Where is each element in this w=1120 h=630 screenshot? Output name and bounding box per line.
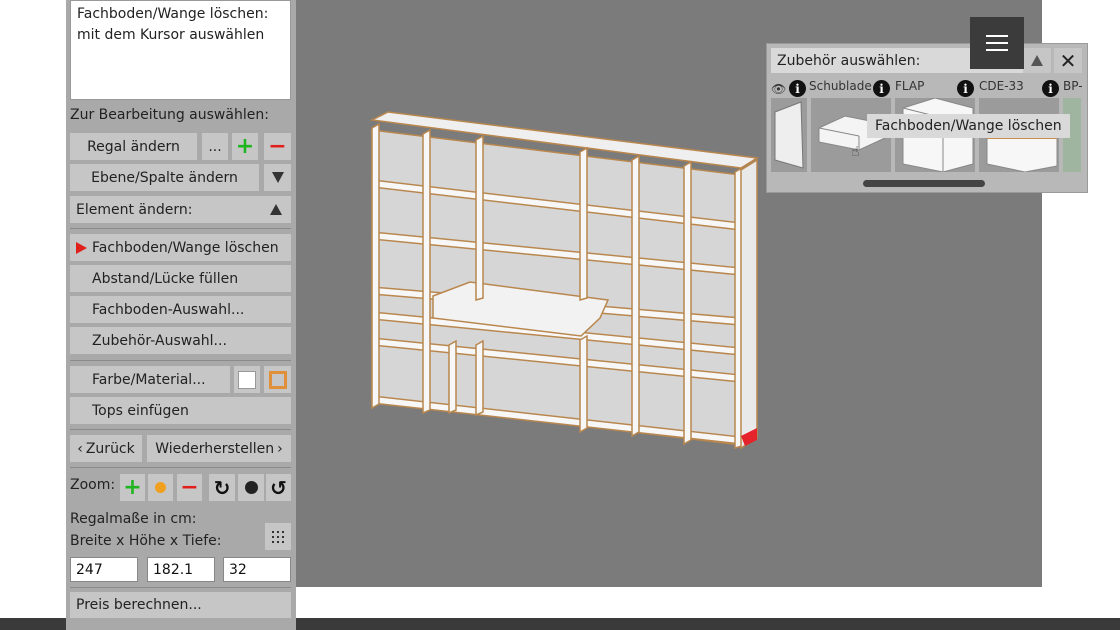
zubehoer-auswahl-button[interactable]: Zubehör-Auswahl...	[70, 327, 291, 354]
farbe-material-button[interactable]: Farbe/Material...	[70, 366, 230, 393]
rotate-right-icon: ↻	[213, 475, 231, 500]
accessory-thumb[interactable]	[771, 98, 807, 172]
item-name: Schublade	[809, 79, 872, 93]
divider	[70, 228, 291, 229]
item-name: BP-	[1063, 79, 1083, 93]
height-input[interactable]: 182.1	[147, 557, 215, 582]
divider	[70, 467, 291, 468]
dimensions-label: Breite x Höhe x Tiefe:	[70, 533, 222, 549]
more-button[interactable]: ...	[202, 133, 228, 160]
back-label: Zurück	[85, 440, 135, 457]
regal-aendern-button[interactable]: Regal ändern	[70, 133, 197, 160]
info-box: Fachboden/Wange löschen: mit dem Kursor …	[70, 0, 291, 100]
orange-dot-icon	[155, 482, 166, 493]
element-aendern-label: Element ändern:	[76, 201, 193, 218]
hamburger-line	[986, 35, 1008, 37]
panel-close-button[interactable]: ✕	[1054, 48, 1082, 73]
info-icon[interactable]: i	[789, 80, 806, 97]
ebene-spalte-button[interactable]: Ebene/Spalte ändern	[70, 164, 259, 191]
redo-label: Wiederherstellen	[155, 440, 275, 457]
expand-down-button[interactable]	[264, 164, 291, 191]
hamburger-line	[986, 49, 1008, 51]
fachboden-loeschen-label: Fachboden/Wange löschen	[92, 239, 279, 256]
minus-icon: −	[268, 133, 287, 159]
info-line-1: Fachboden/Wange löschen:	[77, 6, 269, 22]
tops-einfuegen-button[interactable]: Tops einfügen	[70, 397, 291, 424]
rotate-right-button[interactable]: ↻	[209, 474, 235, 501]
menu-button[interactable]	[970, 17, 1024, 69]
item-name: CDE-33	[979, 79, 1024, 93]
hand-cursor-icon: ☝	[851, 144, 860, 160]
depth-input[interactable]: 32	[223, 557, 291, 582]
regalmasse-label: Regalmaße in cm:	[70, 511, 197, 527]
hamburger-line	[986, 42, 1008, 44]
divider	[70, 360, 291, 361]
color-white-swatch[interactable]	[234, 366, 260, 393]
item-name: FLAP	[895, 79, 925, 93]
zoom-label: Zoom:	[70, 477, 116, 493]
color-edge-swatch[interactable]	[264, 366, 291, 393]
edge-swatch-icon	[268, 370, 287, 389]
black-dot-icon	[244, 481, 258, 494]
preis-berechnen-button[interactable]: Preis berechnen...	[70, 592, 291, 618]
white-swatch-icon	[238, 370, 256, 389]
chevron-right-icon: ›	[277, 440, 283, 457]
accessory-panel: Zubehör auswählen: ✕ 👁 i Schublade i FLA…	[766, 43, 1088, 193]
rotate-left-icon: ↺	[270, 475, 287, 500]
triangle-down-icon	[271, 172, 284, 183]
info-line-2: mit dem Kursor auswählen	[77, 27, 265, 43]
eye-icon: 👁	[771, 82, 787, 96]
fachboden-loeschen-button[interactable]: Fachboden/Wange löschen	[70, 234, 291, 261]
redo-button[interactable]: Wiederherstellen ›	[147, 435, 291, 462]
view-center-button[interactable]	[238, 474, 264, 501]
minus-icon: −	[180, 474, 199, 500]
info-icon[interactable]: i	[1042, 80, 1059, 97]
divider	[70, 429, 291, 430]
info-icon[interactable]: i	[957, 80, 974, 97]
divider	[70, 587, 291, 588]
horizontal-scrollbar[interactable]	[863, 180, 985, 187]
grid-button[interactable]	[265, 523, 291, 550]
plus-icon: +	[235, 133, 255, 159]
panel-collapse-button[interactable]	[1023, 48, 1051, 73]
select-label: Zur Bearbeitung auswählen:	[70, 107, 269, 123]
close-icon: ✕	[1059, 48, 1077, 73]
zoom-in-button[interactable]: +	[120, 474, 145, 501]
rotate-left-button[interactable]: ↺	[266, 474, 291, 501]
fachboden-auswahl-button[interactable]: Fachboden-Auswahl...	[70, 296, 291, 323]
tooltip: Fachboden/Wange löschen	[867, 114, 1070, 138]
chevron-left-icon: ‹	[77, 440, 83, 457]
plus-icon: +	[123, 474, 142, 500]
zoom-out-button[interactable]: −	[177, 474, 202, 501]
abstand-button[interactable]: Abstand/Lücke füllen	[70, 265, 291, 292]
zoom-reset-button[interactable]	[148, 474, 173, 501]
add-button[interactable]: +	[232, 133, 258, 160]
back-button[interactable]: ‹ Zurück	[70, 435, 142, 462]
triangle-up-icon	[1031, 55, 1043, 66]
element-aendern-header[interactable]: Element ändern:	[70, 196, 291, 223]
info-icon[interactable]: i	[873, 80, 890, 97]
active-arrow-icon	[76, 242, 87, 254]
width-input[interactable]: 247	[70, 557, 138, 582]
grid-dots-icon	[272, 530, 284, 543]
triangle-up-icon	[270, 204, 282, 215]
remove-button[interactable]: −	[264, 133, 291, 160]
